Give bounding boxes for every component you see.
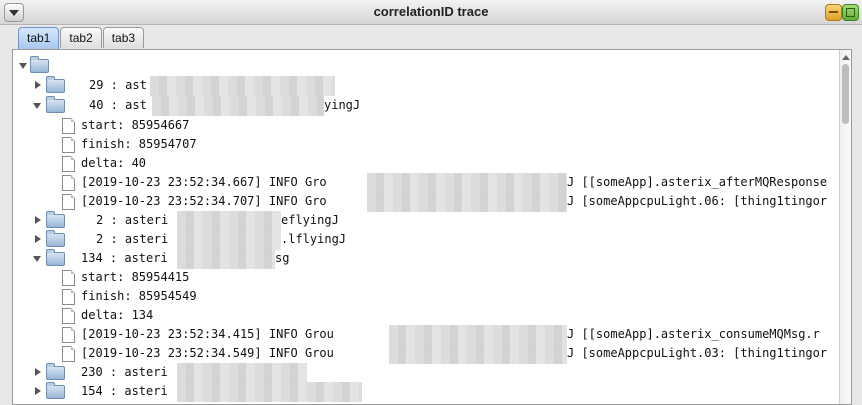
tab-tab2[interactable]: tab2 [60, 27, 102, 48]
collapsed-arrow-icon[interactable] [35, 216, 41, 224]
trace-panel: 29 : ast 40 : ast yingJ start: 85954667 … [12, 49, 852, 405]
leaf-text: finish: 85954707 [81, 137, 197, 151]
file-icon [62, 270, 75, 286]
tree-leaf-finish[interactable]: finish: 85954549 [13, 287, 833, 307]
file-icon [62, 346, 75, 362]
scroll-thumb[interactable] [842, 64, 849, 124]
file-icon [62, 308, 75, 324]
node-label-suffix: .lflyingJ [281, 232, 347, 246]
redacted-area [177, 363, 307, 383]
redacted-area [177, 211, 281, 231]
expanded-arrow-icon[interactable] [19, 63, 27, 69]
tab-bar: tab1 tab2 tab3 [18, 27, 145, 49]
expanded-arrow-icon[interactable] [33, 256, 41, 262]
redacted-area [152, 96, 324, 116]
leaf-text: finish: 85954549 [81, 289, 197, 303]
node-label: 134 : asteri [81, 251, 168, 265]
node-label: 2 : asteri [96, 232, 169, 246]
folder-icon [46, 96, 65, 113]
log-prefix: [2019-10-23 23:52:34.667] INFO Gro [81, 175, 327, 189]
minimize-button[interactable] [825, 4, 842, 21]
log-prefix: [2019-10-23 23:52:34.549] INFO Grou [81, 346, 334, 360]
folder-icon [46, 230, 65, 247]
tree-leaf-delta[interactable]: delta: 40 [13, 154, 833, 174]
tree-leaf-log[interactable]: [2019-10-23 23:52:34.707] INFO Gro J [so… [13, 192, 833, 212]
tree-leaf-start[interactable]: start: 85954667 [13, 116, 833, 136]
node-label: 40 : ast [89, 98, 147, 112]
tree-node-154[interactable]: 154 : asteri [13, 382, 833, 402]
log-prefix: [2019-10-23 23:52:34.707] INFO Gro [81, 194, 327, 208]
folder-icon [46, 211, 65, 228]
tree-node-29[interactable]: 29 : ast [13, 76, 833, 96]
log-suffix: J [someAppcpuLight.03: [thing1tingor [567, 346, 828, 360]
node-label: 2 : asteri [96, 213, 169, 227]
scroll-up-arrow-icon[interactable] [842, 55, 850, 60]
leaf-text: start: 85954667 [81, 118, 190, 132]
tree-root-row[interactable] [13, 56, 833, 76]
tree-leaf-log[interactable]: [2019-10-23 23:52:34.415] INFO Grou J [[… [13, 325, 833, 345]
maximize-button[interactable] [842, 4, 859, 21]
file-icon [62, 194, 75, 210]
tree-leaf-log[interactable]: [2019-10-23 23:52:34.549] INFO Grou J [s… [13, 344, 833, 364]
redacted-area [389, 325, 567, 345]
redacted-area [177, 382, 362, 402]
file-icon [62, 289, 75, 305]
log-prefix: [2019-10-23 23:52:34.415] INFO Grou [81, 327, 334, 341]
redacted-area [150, 76, 335, 96]
tree-leaf-finish[interactable]: finish: 85954707 [13, 135, 833, 155]
file-icon [62, 137, 75, 153]
folder-icon [46, 363, 65, 380]
node-label: 154 : asteri [81, 384, 168, 398]
node-label: 29 : ast [89, 78, 147, 92]
tab-tab1[interactable]: tab1 [18, 27, 60, 49]
tree-leaf-log[interactable]: [2019-10-23 23:52:34.667] INFO Gro J [[s… [13, 173, 833, 193]
collapsed-arrow-icon[interactable] [35, 235, 41, 243]
redacted-area [177, 249, 275, 269]
folder-icon [30, 56, 49, 73]
redacted-area [177, 230, 281, 250]
tree-node-2a[interactable]: 2 : asteri eflyingJ [13, 211, 833, 231]
node-label-suffix: sg [275, 251, 290, 265]
redacted-area [367, 192, 567, 212]
tree-leaf-start[interactable]: start: 85954415 [13, 268, 833, 288]
leaf-text: start: 85954415 [81, 270, 190, 284]
node-label: 230 : asteri [81, 365, 168, 379]
vertical-scrollbar[interactable] [839, 50, 851, 404]
tree-leaf-delta[interactable]: delta: 134 [13, 306, 833, 326]
collapsed-arrow-icon[interactable] [35, 81, 41, 89]
trace-tree: 29 : ast 40 : ast yingJ start: 85954667 … [13, 50, 839, 404]
tree-node-230[interactable]: 230 : asteri [13, 363, 833, 383]
file-icon [62, 327, 75, 343]
node-label-suffix: eflyingJ [281, 213, 339, 227]
file-icon [62, 175, 75, 191]
log-suffix: J [[someApp].asterix_consumeMQMsg.r [567, 327, 820, 341]
tab-tab3[interactable]: tab3 [102, 27, 145, 48]
redacted-area [389, 344, 567, 364]
title-bar: correlationID trace [0, 0, 862, 25]
redacted-area [367, 173, 567, 193]
tree-node-40[interactable]: 40 : ast yingJ [13, 96, 833, 116]
file-icon [62, 118, 75, 134]
folder-icon [46, 76, 65, 93]
leaf-text: delta: 40 [81, 156, 147, 170]
leaf-text: delta: 134 [81, 308, 154, 322]
collapsed-arrow-icon[interactable] [35, 368, 41, 376]
log-suffix: J [someAppcpuLight.06: [thing1tingor [567, 194, 828, 208]
tree-node-134[interactable]: 134 : asteri sg [13, 249, 833, 269]
window-title: correlationID trace [373, 4, 489, 19]
log-suffix: J [[someApp].asterix_afterMQResponse [567, 175, 828, 189]
folder-icon [46, 382, 65, 399]
file-icon [62, 156, 75, 172]
collapsed-arrow-icon[interactable] [35, 387, 41, 395]
folder-icon [46, 249, 65, 266]
tree-node-2b[interactable]: 2 : asteri .lflyingJ [13, 230, 833, 250]
expanded-arrow-icon[interactable] [33, 103, 41, 109]
node-label-suffix: yingJ [324, 98, 361, 112]
